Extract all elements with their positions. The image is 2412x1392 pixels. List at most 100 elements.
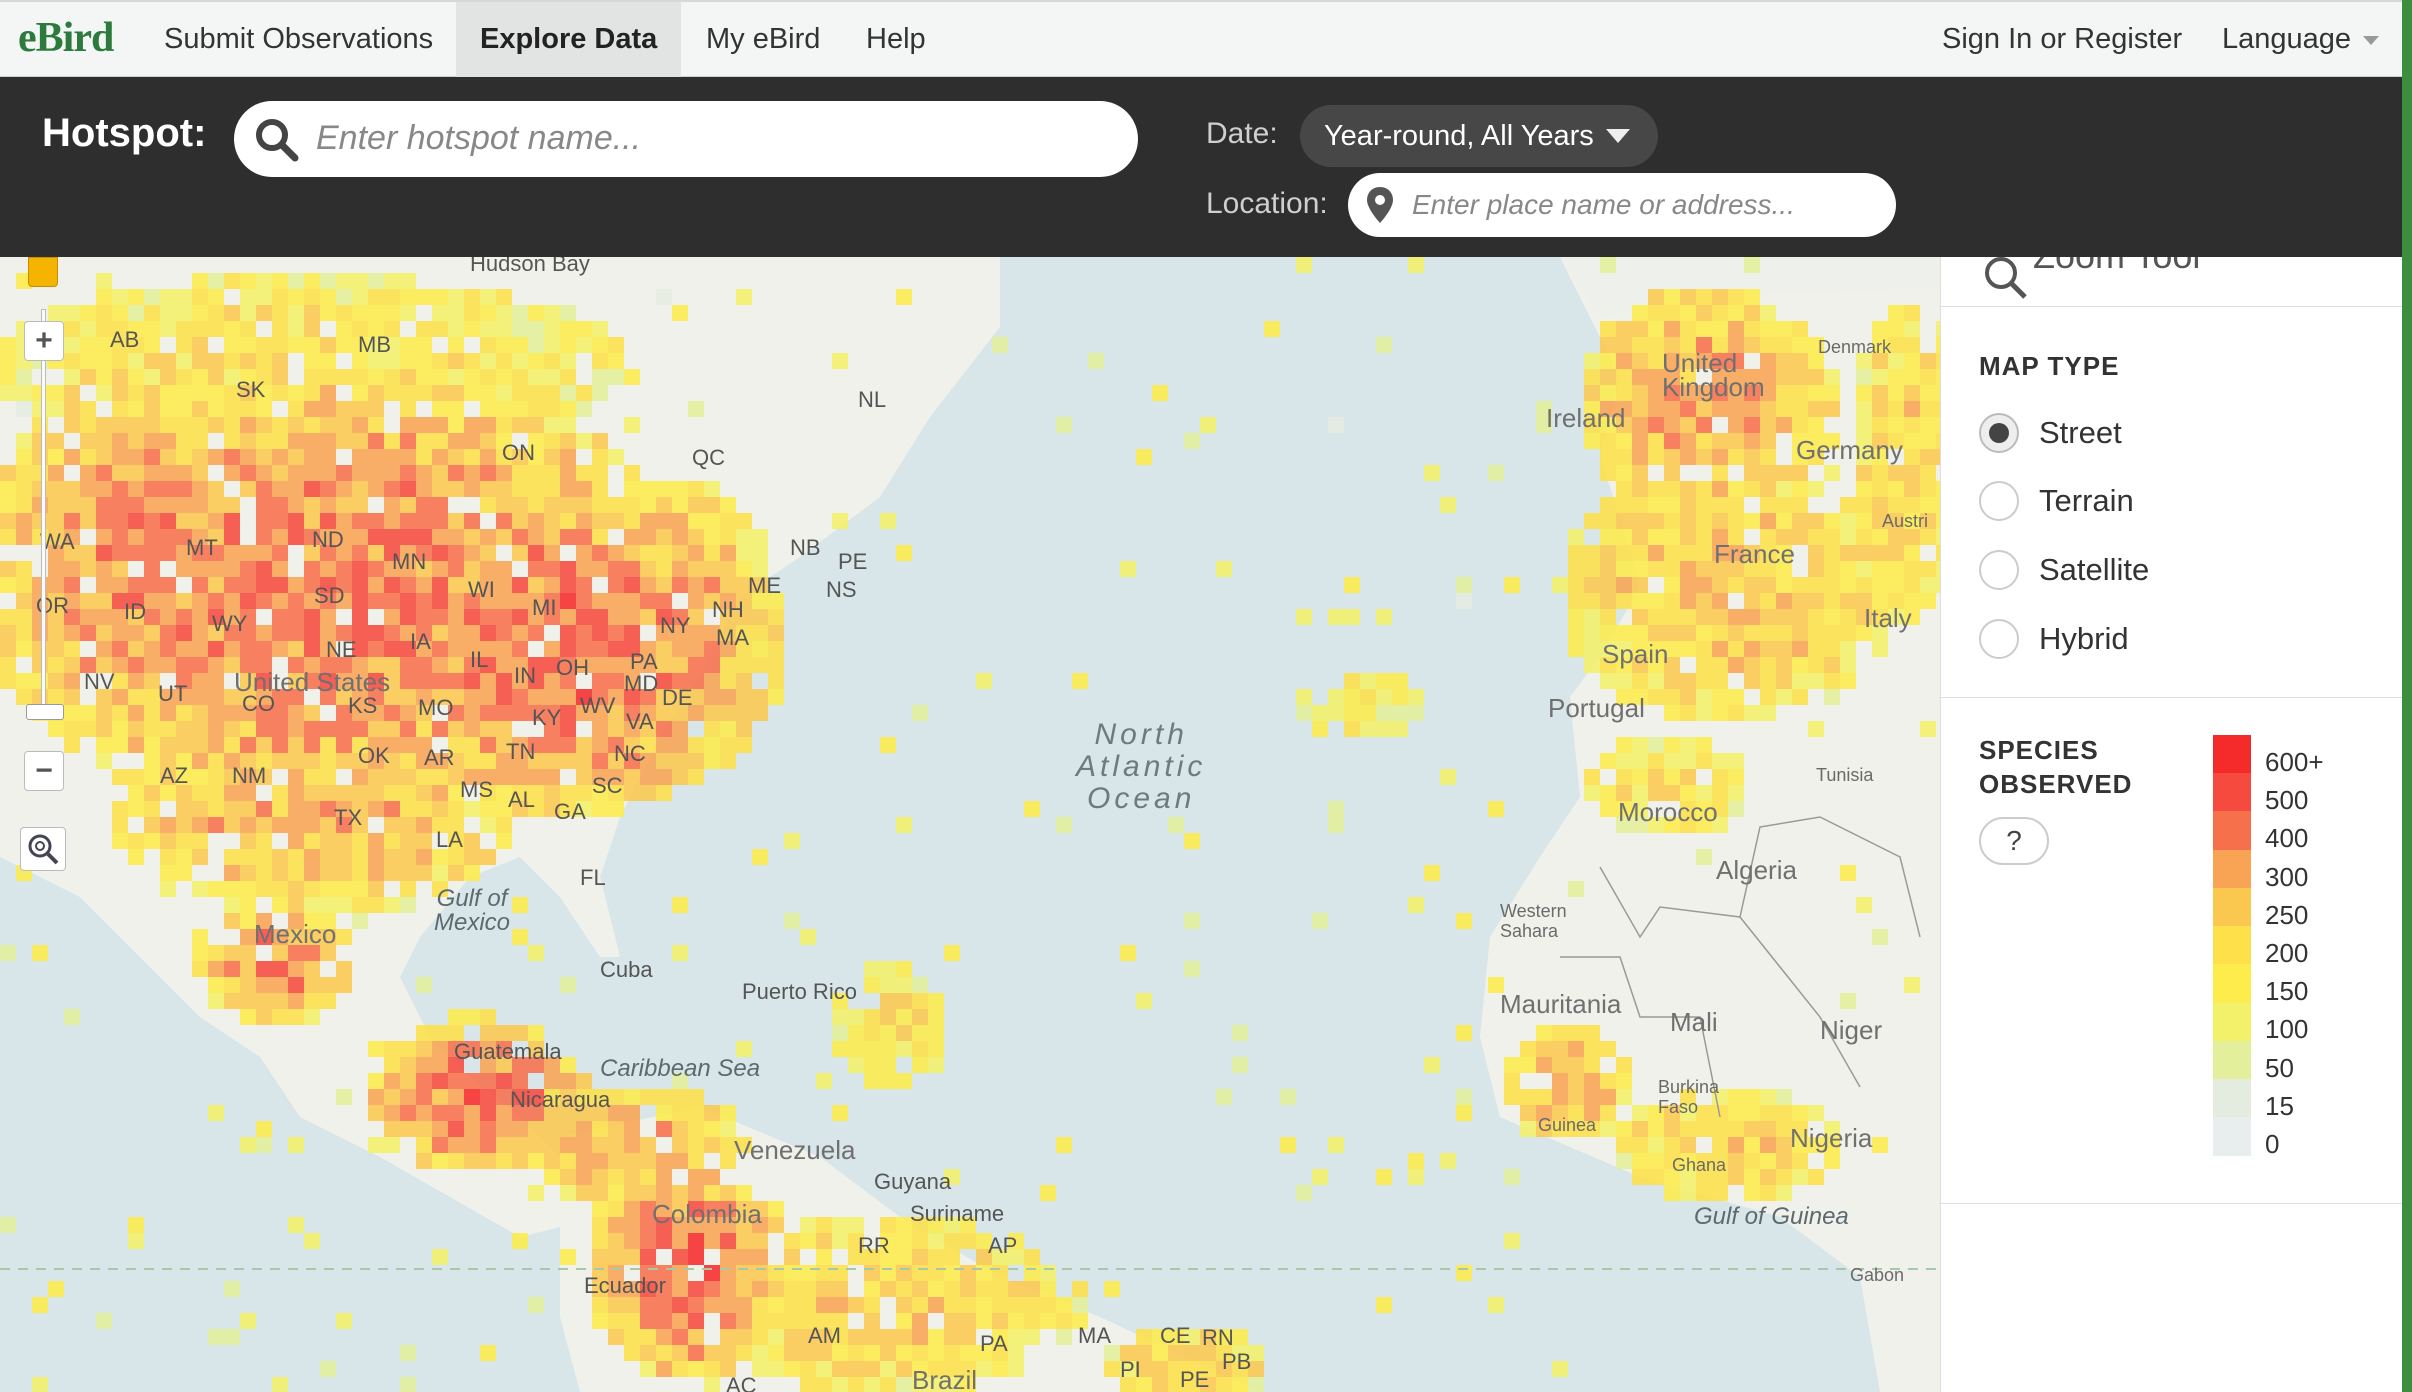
- map-label-nh: NH: [712, 597, 744, 622]
- hotspot-search-box[interactable]: [234, 101, 1138, 177]
- heat-cell: [1632, 369, 1648, 385]
- heat-cell: [656, 1089, 672, 1105]
- heat-cell: [848, 1345, 864, 1361]
- heat-cell: [576, 321, 592, 337]
- heat-cell: [656, 529, 672, 545]
- nav-help[interactable]: Help: [842, 2, 950, 77]
- date-dropdown[interactable]: Year-round, All Years: [1300, 105, 1658, 167]
- heat-cell: [1712, 1137, 1728, 1153]
- legend-help-button[interactable]: ?: [1979, 817, 2049, 865]
- heat-cell: [528, 545, 544, 561]
- language-menu[interactable]: Language: [2198, 2, 2403, 77]
- heat-cell: [960, 1345, 976, 1361]
- heat-cell: [96, 609, 112, 625]
- heat-cell: [1872, 1137, 1888, 1153]
- heat-cell: [1920, 433, 1936, 449]
- heat-cell: [496, 673, 512, 689]
- heat-cell: [880, 1265, 896, 1281]
- heat-cell: [816, 1233, 832, 1249]
- zoom-slider-track[interactable]: [41, 309, 46, 709]
- heat-cell: [1648, 1153, 1664, 1169]
- sign-in-link[interactable]: Sign In or Register: [1918, 2, 2206, 77]
- radio-hybrid[interactable]: [1979, 619, 2019, 659]
- ebird-logo[interactable]: eBird: [18, 14, 114, 62]
- heat-cell: [752, 545, 768, 561]
- heat-cell: [1488, 1297, 1504, 1313]
- heat-cell: [336, 881, 352, 897]
- heat-cell: [1696, 497, 1712, 513]
- heat-cell: [352, 289, 368, 305]
- zoom-tool-button[interactable]: [20, 827, 66, 871]
- heat-cell: [304, 449, 320, 465]
- heat-cell: [128, 1217, 144, 1233]
- heat-cell: [496, 353, 512, 369]
- heat-cell: [256, 625, 272, 641]
- heat-cell: [688, 1281, 704, 1297]
- heat-cell: [416, 433, 432, 449]
- heat-cell: [928, 1345, 944, 1361]
- heat-cell: [160, 417, 176, 433]
- heat-cell: [1616, 753, 1632, 769]
- heat-cell: [1616, 1057, 1632, 1073]
- heat-cell: [144, 529, 160, 545]
- location-search-box[interactable]: [1348, 173, 1896, 237]
- heat-cell: [784, 1345, 800, 1361]
- heat-cell: [432, 673, 448, 689]
- heat-cell: [944, 1313, 960, 1329]
- heat-cell: [1552, 1073, 1568, 1089]
- heat-cell: [736, 1297, 752, 1313]
- zoom-tool-row[interactable]: Zoom Tool: [1941, 257, 2403, 307]
- heat-cell: [432, 1041, 448, 1057]
- heat-cell: [544, 513, 560, 529]
- radio-terrain[interactable]: [1979, 481, 2019, 521]
- nav-my-ebird[interactable]: My eBird: [682, 2, 844, 77]
- zoom-in-button[interactable]: +: [24, 321, 64, 361]
- hotspot-input[interactable]: [316, 113, 1096, 163]
- heat-cell: [560, 1057, 576, 1073]
- street-view-pegman-icon[interactable]: [28, 257, 58, 287]
- heat-cell: [816, 1073, 832, 1089]
- heat-cell: [688, 657, 704, 673]
- radio-satellite[interactable]: [1979, 550, 2019, 590]
- heat-cell: [176, 401, 192, 417]
- heat-cell: [688, 1233, 704, 1249]
- heat-cell: [560, 1153, 576, 1169]
- map-label-pe-br: PE: [1180, 1367, 1210, 1392]
- heat-cell: [368, 465, 384, 481]
- heat-cell: [1824, 1153, 1840, 1169]
- heat-cell: [560, 513, 576, 529]
- heat-cell: [352, 545, 368, 561]
- heat-cell: [720, 1345, 736, 1361]
- heat-cell: [608, 1249, 624, 1265]
- heat-cell: [464, 449, 480, 465]
- heat-cell: [368, 1073, 384, 1089]
- heat-cell: [624, 1201, 640, 1217]
- map-label-ut: UT: [158, 681, 188, 706]
- radio-street[interactable]: [1979, 413, 2019, 453]
- heat-cell: [1744, 289, 1760, 305]
- heat-cell: [848, 1361, 864, 1377]
- nav-explore-data[interactable]: Explore Data: [456, 2, 682, 77]
- heat-cell: [1616, 1153, 1632, 1169]
- heat-cell: [784, 1265, 800, 1281]
- zoom-slider-handle[interactable]: [26, 704, 64, 720]
- heat-cell: [608, 1217, 624, 1233]
- heat-cell: [176, 385, 192, 401]
- heat-cell: [112, 833, 128, 849]
- heat-cell: [592, 1249, 608, 1265]
- location-input[interactable]: [1412, 183, 1882, 227]
- heat-cell: [384, 481, 400, 497]
- heat-cell: [1904, 369, 1920, 385]
- nav-submit-observations[interactable]: Submit Observations: [140, 2, 457, 77]
- species-heat-map[interactable]: Hudson Bay AB MB SK NL ON QC MT ND MN WA…: [0, 257, 1940, 1392]
- heat-cell: [448, 385, 464, 401]
- heat-cell: [1568, 529, 1584, 545]
- heat-cell: [528, 497, 544, 513]
- heat-cell: [704, 577, 720, 593]
- heat-cell: [112, 385, 128, 401]
- heat-cell: [432, 481, 448, 497]
- heat-cell: [768, 689, 784, 705]
- heat-cell: [752, 689, 768, 705]
- heat-cell: [304, 833, 320, 849]
- zoom-out-button[interactable]: −: [24, 751, 64, 791]
